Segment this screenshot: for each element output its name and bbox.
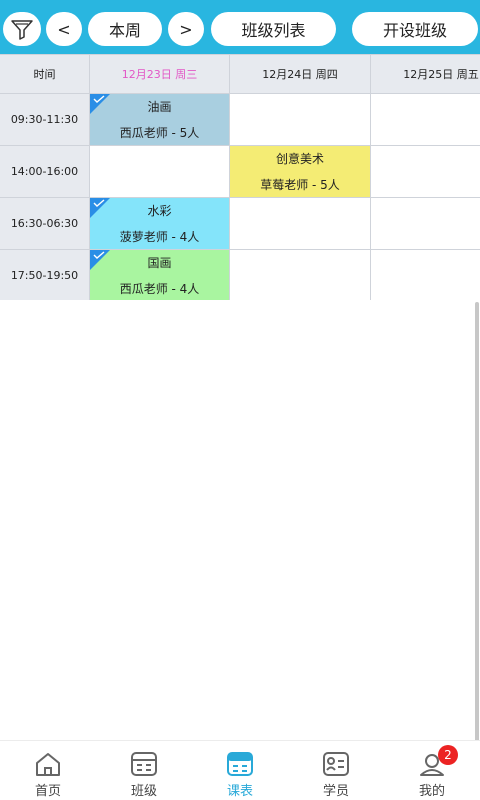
time-slot-label: 14:00-16:00	[0, 146, 90, 198]
student-icon	[323, 752, 349, 776]
schedule-cell[interactable]	[230, 250, 371, 300]
time-slot-label: 09:30-11:30	[0, 94, 90, 146]
schedule-cell[interactable]	[371, 146, 480, 198]
time-slot-label: 17:50-19:50	[0, 250, 90, 300]
nav-item-home[interactable]: 首页	[0, 741, 96, 800]
nav-label-schedule: 课表	[226, 784, 253, 799]
notification-badge: 2	[438, 745, 458, 765]
course-name: 油画	[147, 100, 172, 114]
course-name: 水彩	[147, 204, 172, 218]
nav-label-class: 班级	[130, 784, 157, 799]
nav-item-class[interactable]: 班级	[96, 741, 192, 800]
nav-label-home: 首页	[34, 784, 61, 799]
schedule-cell[interactable]	[230, 198, 371, 250]
schedule-cell[interactable]	[230, 94, 371, 146]
schedule-icon	[227, 752, 253, 776]
prev-week-button[interactable]: <	[46, 12, 82, 46]
course-card[interactable]: 国画西瓜老师 - 4人	[90, 250, 230, 300]
check-icon	[93, 251, 105, 259]
top-toolbar: < 本周 > 班级列表 开设班级	[0, 0, 480, 54]
check-icon	[93, 95, 105, 103]
schedule-cell[interactable]	[371, 94, 480, 146]
schedule-grid: 时间 12月23日 周三 12月24日 周四 12月25日 周五 09:30-11:3…	[0, 54, 480, 300]
course-card[interactable]: 水彩菠萝老师 - 4人	[90, 198, 230, 250]
course-card[interactable]: 创意美术草莓老师 - 5人	[230, 146, 371, 198]
day-header: 12月24日 周四	[230, 55, 371, 94]
course-teacher-info: 菠萝老师 - 4人	[119, 230, 200, 244]
open-class-button[interactable]: 开设班级	[352, 12, 478, 46]
nav-item-profile[interactable]: 我的 2	[384, 741, 480, 800]
nav-item-schedule[interactable]: 课表	[192, 741, 288, 800]
nav-label-profile: 我的	[418, 784, 445, 799]
time-slot-label: 16:30-06:30	[0, 198, 90, 250]
course-card[interactable]: 油画西瓜老师 - 5人	[90, 94, 230, 146]
course-teacher-info: 西瓜老师 - 5人	[119, 126, 200, 140]
filter-button[interactable]	[3, 12, 41, 46]
filter-funnel-icon	[11, 20, 33, 40]
time-column-header: 时间	[0, 55, 90, 94]
check-icon	[93, 199, 105, 207]
day-header: 12月25日 周五	[371, 55, 480, 94]
day-header: 12月23日 周三	[90, 55, 230, 94]
home-icon	[36, 753, 60, 776]
schedule-cell[interactable]	[371, 198, 480, 250]
course-name: 创意美术	[275, 152, 324, 166]
course-name: 国画	[147, 256, 172, 270]
schedule-cell[interactable]	[90, 146, 230, 198]
nav-label-student: 学员	[322, 784, 349, 799]
scrollbar[interactable]	[475, 302, 479, 744]
course-teacher-info: 草莓老师 - 5人	[260, 178, 340, 192]
class-list-button[interactable]: 班级列表	[211, 12, 336, 46]
next-week-button[interactable]: >	[168, 12, 204, 46]
nav-item-student[interactable]: 学员	[288, 741, 384, 800]
course-teacher-info: 西瓜老师 - 4人	[119, 282, 200, 296]
current-week-button[interactable]: 本周	[88, 12, 162, 46]
schedule-cell[interactable]	[371, 250, 480, 300]
bottom-nav: 首页 班级 课表 学员 我的 2	[0, 740, 480, 800]
class-icon	[131, 752, 157, 776]
